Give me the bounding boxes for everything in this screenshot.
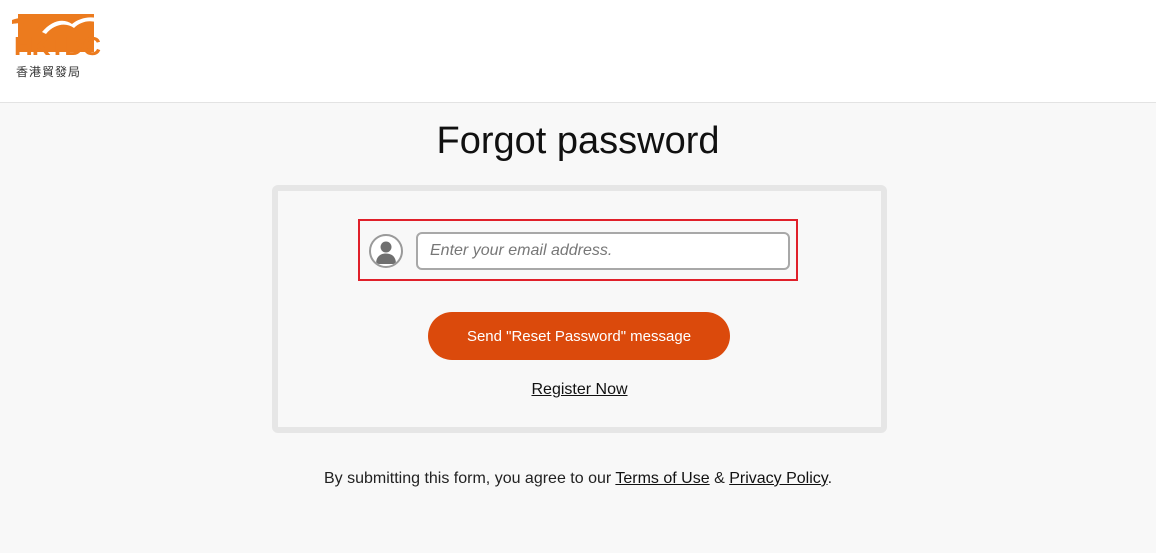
hktdc-logo-mark: HKTDC — [12, 14, 102, 61]
forgot-password-card: Send "Reset Password" message Register N… — [272, 185, 887, 433]
logo-chinese-name: 香港貿發局 — [16, 65, 82, 79]
privacy-policy-link[interactable]: Privacy Policy — [729, 470, 827, 487]
agreement-ampersand: & — [709, 470, 730, 487]
send-reset-password-button[interactable]: Send "Reset Password" message — [428, 312, 730, 360]
register-now-link[interactable]: Register Now — [278, 381, 881, 399]
email-input[interactable] — [416, 232, 790, 270]
site-header: HKTDC 香港貿發局 — [0, 0, 1156, 103]
hktdc-logo[interactable]: HKTDC 香港貿發局 — [12, 10, 102, 80]
agreement-text: By submitting this form, you agree to ou… — [0, 470, 1156, 488]
page-title: Forgot password — [436, 120, 720, 162]
user-avatar-icon — [369, 234, 403, 268]
agreement-prefix: By submitting this form, you agree to ou… — [323, 470, 616, 487]
email-field-group — [358, 219, 798, 281]
agreement-suffix: . — [827, 470, 833, 487]
terms-of-use-link[interactable]: Terms of Use — [615, 470, 709, 487]
logo-wordmark: HKTDC — [14, 31, 101, 61]
